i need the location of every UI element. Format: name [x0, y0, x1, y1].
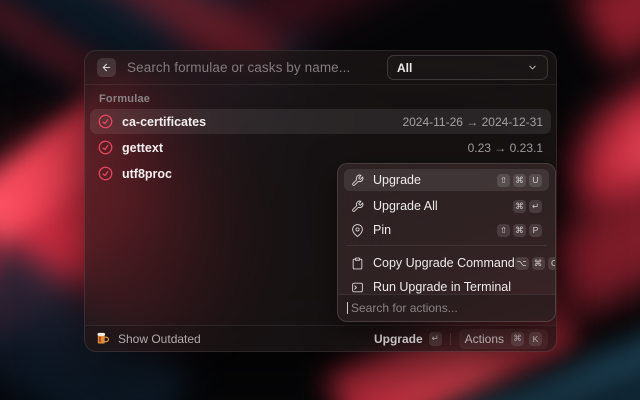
arrow-left-icon: [101, 62, 112, 73]
formula-name: gettext: [122, 141, 468, 155]
search-bar: Search formulae or casks by name... All: [85, 51, 556, 85]
enter-keycap: ↵: [429, 332, 442, 346]
shift-keycap: ⇧: [497, 174, 510, 187]
cmd-keycap: ⌘: [513, 224, 526, 237]
check-circle-icon: [97, 139, 114, 156]
menu-item-label: Pin: [373, 223, 497, 237]
formula-versions: 0.23 → 0.23.1: [468, 141, 543, 155]
text-caret: [347, 302, 348, 314]
menu-item-label: Upgrade: [373, 173, 497, 187]
show-outdated-label[interactable]: Show Outdated: [118, 332, 374, 346]
formula-versions: 2024-11-26 → 2024-12-31: [402, 115, 543, 129]
cmd-keycap: ⌘: [532, 257, 545, 270]
wrench-icon: [351, 200, 364, 213]
list-item[interactable]: gettext 0.23 → 0.23.1: [90, 135, 551, 160]
option-keycap: ⌥: [515, 257, 529, 270]
c-keycap: C: [548, 257, 555, 270]
menu-item-upgrade-all[interactable]: Upgrade All ⌘ ↵: [344, 197, 549, 215]
clipboard-icon: [351, 257, 364, 270]
menu-item-copy-upgrade-command[interactable]: Copy Upgrade Command ⌥ ⌘ C: [344, 254, 549, 272]
chevron-down-icon: [527, 62, 538, 73]
list-item[interactable]: ca-certificates 2024-11-26 → 2024-12-31: [90, 109, 551, 134]
upgrade-primary-action[interactable]: Upgrade: [374, 332, 423, 346]
menu-item-label: Copy Upgrade Command: [373, 256, 515, 270]
menu-divider: [346, 245, 547, 246]
action-menu-panel: Upgrade ⇧ ⌘ U Upgrade All ⌘ ↵ Pin ⇧: [337, 163, 556, 322]
enter-keycap: ↵: [529, 200, 542, 213]
filter-dropdown-value: All: [397, 61, 527, 75]
action-menu-list: Upgrade ⇧ ⌘ U Upgrade All ⌘ ↵ Pin ⇧: [338, 164, 555, 296]
action-search-bar[interactable]: Search for actions...: [338, 294, 555, 321]
footer-divider: [450, 333, 451, 345]
status-bar: Show Outdated Upgrade ↵ Actions ⌘ K: [85, 325, 556, 351]
u-keycap: U: [529, 174, 542, 187]
beer-mug-icon: [95, 331, 110, 346]
formula-name: ca-certificates: [122, 115, 402, 129]
menu-item-label: Upgrade All: [373, 199, 513, 213]
check-circle-icon: [97, 165, 114, 182]
k-keycap: K: [529, 332, 542, 346]
menu-item-upgrade[interactable]: Upgrade ⇧ ⌘ U: [344, 169, 549, 191]
check-circle-icon: [97, 113, 114, 130]
action-search-input[interactable]: Search for actions...: [351, 301, 458, 315]
shift-keycap: ⇧: [497, 224, 510, 237]
terminal-icon: [351, 281, 364, 294]
section-header: Formulae: [99, 93, 542, 105]
wrench-icon: [351, 174, 364, 187]
p-keycap: P: [529, 224, 542, 237]
back-button[interactable]: [97, 58, 116, 77]
cmd-keycap: ⌘: [513, 174, 526, 187]
filter-dropdown[interactable]: All: [387, 55, 548, 80]
menu-item-label: Run Upgrade in Terminal: [373, 280, 542, 294]
map-pin-icon: [351, 224, 364, 237]
menu-item-pin[interactable]: Pin ⇧ ⌘ P: [344, 221, 549, 239]
actions-label: Actions: [465, 332, 504, 346]
cmd-keycap: ⌘: [511, 332, 524, 346]
actions-menu-button[interactable]: Actions ⌘ K: [459, 329, 548, 349]
cmd-keycap: ⌘: [513, 200, 526, 213]
